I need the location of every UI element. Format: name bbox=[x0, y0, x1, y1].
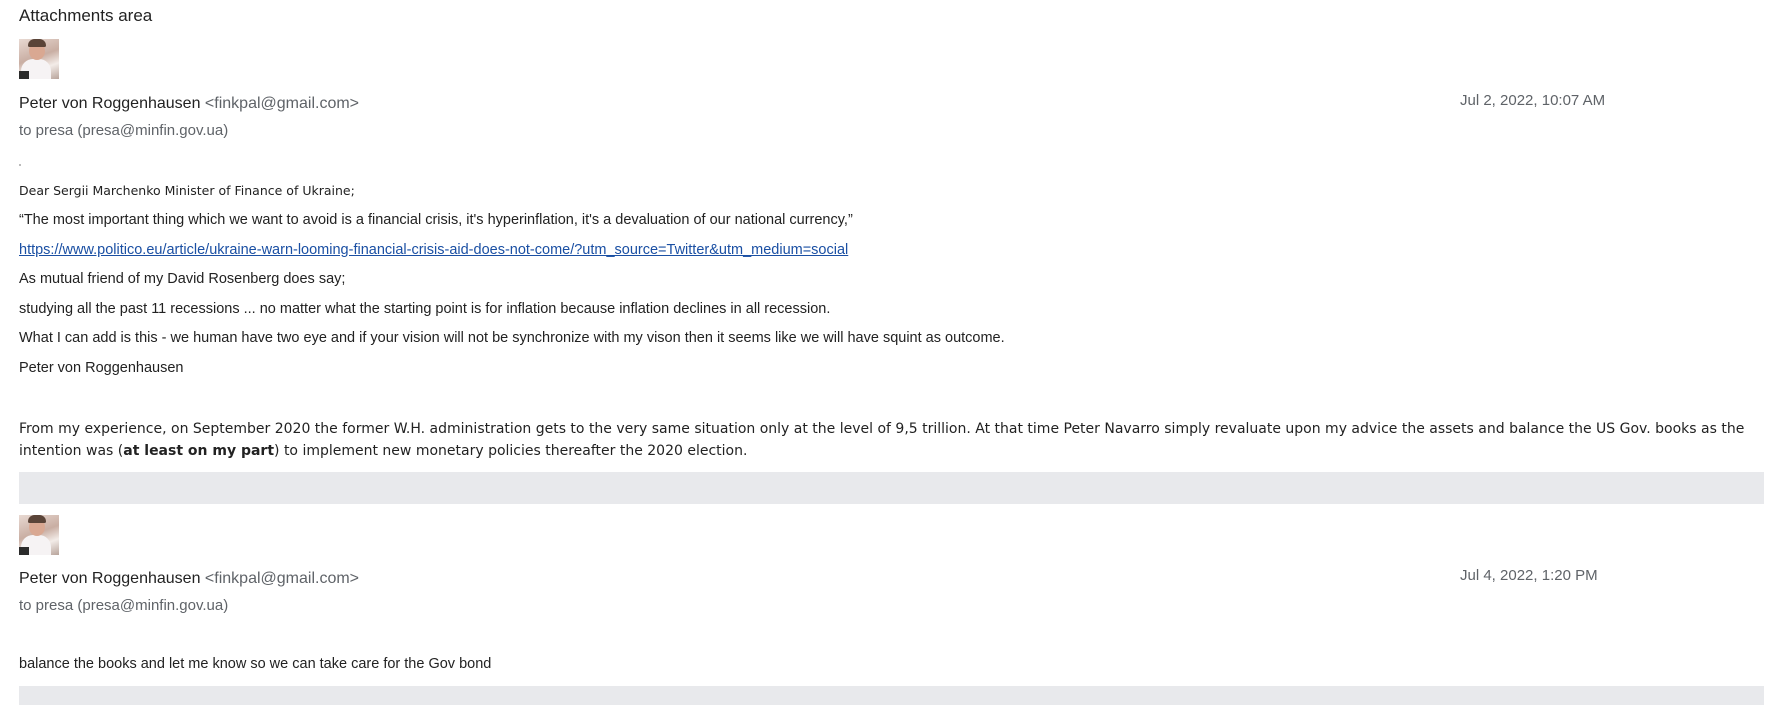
politico-article-link[interactable]: https://www.politico.eu/article/ukraine-… bbox=[19, 242, 848, 258]
sender-avatar[interactable] bbox=[19, 515, 59, 555]
email-thread: Attachments area Peter von Roggenhausen … bbox=[0, 0, 1778, 705]
body-signature: Peter von Roggenhausen bbox=[19, 360, 184, 376]
message-1-recipient: to presa (presa@minfin.gov.ua) bbox=[19, 122, 229, 139]
avatar-hair-shape bbox=[28, 515, 46, 523]
avatar-hair-shape bbox=[28, 39, 46, 47]
message-divider bbox=[19, 686, 1764, 705]
experience-text-bold: at least on my part bbox=[123, 443, 275, 459]
message-2-recipient: to presa (presa@minfin.gov.ua) bbox=[19, 597, 229, 614]
body-quote: “The most important thing which we want … bbox=[19, 212, 853, 228]
attachments-area-title: Attachments area bbox=[19, 6, 153, 25]
body-vision-line: What I can add is this - we human have t… bbox=[19, 330, 1005, 346]
body-salutation: Dear Sergii Marchenko Minister of Financ… bbox=[19, 183, 355, 198]
avatar-corner-shape bbox=[19, 547, 29, 555]
sender-email: <finkpal@gmail.com> bbox=[204, 95, 360, 112]
sender-email: <finkpal@gmail.com> bbox=[204, 570, 360, 587]
sender-avatar[interactable] bbox=[19, 39, 59, 79]
message-2-body: balance the books and let me know so we … bbox=[19, 656, 492, 672]
avatar-corner-shape bbox=[19, 71, 29, 79]
sender-name: Peter von Roggenhausen bbox=[19, 95, 201, 112]
stray-dot bbox=[19, 164, 21, 166]
message-divider bbox=[19, 472, 1764, 504]
message-2-date[interactable]: Jul 4, 2022, 1:20 PM bbox=[1460, 567, 1598, 584]
message-1-date[interactable]: Jul 2, 2022, 10:07 AM bbox=[1460, 92, 1605, 109]
body-experience-paragraph: From my experience, on September 2020 th… bbox=[19, 418, 1764, 462]
experience-text-end: ) to implement new monetary policies the… bbox=[274, 443, 748, 459]
body-friend-line: As mutual friend of my David Rosenberg d… bbox=[19, 271, 346, 287]
message-2-sender[interactable]: Peter von Roggenhausen <finkpal@gmail.co… bbox=[19, 570, 359, 588]
body-recessions-line: studying all the past 11 recessions ... … bbox=[19, 301, 831, 317]
sender-name: Peter von Roggenhausen bbox=[19, 570, 201, 587]
message-1-sender[interactable]: Peter von Roggenhausen <finkpal@gmail.co… bbox=[19, 95, 359, 113]
body-link-row: https://www.politico.eu/article/ukraine-… bbox=[19, 242, 848, 258]
